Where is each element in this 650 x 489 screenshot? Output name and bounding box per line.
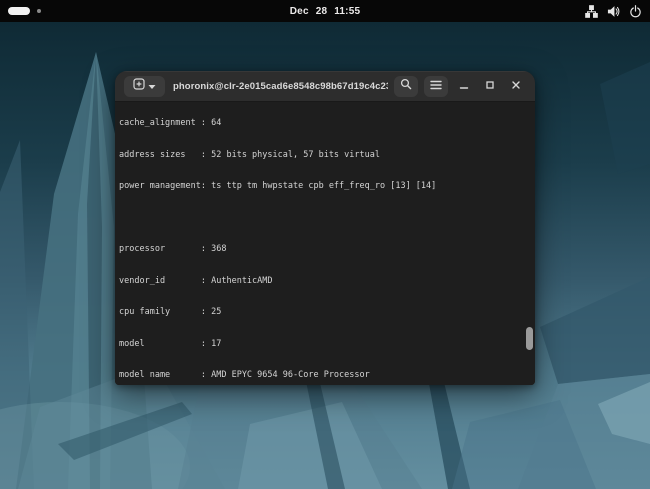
terminal-line: cpu family : 25: [119, 307, 222, 317]
scrollbar-thumb[interactable]: [526, 327, 533, 350]
close-button[interactable]: [506, 76, 526, 97]
terminal-line: model : 17: [119, 338, 222, 349]
volume-icon[interactable]: [607, 5, 620, 18]
terminal-window: phoronix@clr-2e015cad6e8548c98b67d19c4c2…: [115, 71, 535, 385]
network-wired-icon[interactable]: [585, 4, 598, 18]
terminal-line: processor : 368: [119, 244, 227, 254]
maximize-icon: [485, 77, 495, 95]
terminal-line: vendor_id : AuthenticAMD: [119, 275, 273, 286]
maximize-button[interactable]: [480, 76, 500, 97]
terminal-output-text: cache_alignment : 64 address sizes : 52 …: [115, 103, 535, 385]
gnome-top-bar: Dec 28 11:55: [0, 0, 650, 22]
minimize-button[interactable]: [454, 76, 474, 97]
workspace-indicator[interactable]: [8, 7, 148, 15]
terminal-line: power management: ts ttp tm hwpstate cpb…: [119, 181, 437, 191]
workspace-active-pill[interactable]: [8, 7, 30, 15]
hamburger-menu-icon: [430, 77, 442, 95]
minimize-icon: [459, 77, 469, 95]
tab-dropdown-chevron-icon[interactable]: [148, 77, 156, 95]
window-title: phoronix@clr-2e015cad6e8548c98b67d19c4c2…: [173, 80, 388, 92]
terminal-line: address sizes : 52 bits physical, 57 bit…: [119, 149, 380, 160]
new-tab-button[interactable]: [124, 75, 165, 97]
power-icon[interactable]: [629, 4, 642, 18]
workspace-inactive-dot[interactable]: [37, 9, 41, 13]
new-tab-icon: [133, 77, 145, 95]
menu-button[interactable]: [424, 75, 448, 97]
desktop: Dec 28 11:55 phoronix@clr-2e015cad6e8548…: [0, 0, 650, 489]
search-icon: [400, 77, 412, 95]
system-status-area[interactable]: [502, 4, 642, 18]
terminal-line: cache_alignment : 64: [119, 118, 222, 128]
close-icon: [511, 77, 521, 95]
terminal-output-area[interactable]: cache_alignment : 64 address sizes : 52 …: [115, 103, 535, 385]
search-button[interactable]: [394, 75, 418, 97]
terminal-headerbar[interactable]: phoronix@clr-2e015cad6e8548c98b67d19c4c2…: [115, 71, 535, 102]
terminal-line: model name : AMD EPYC 9654 96-Core Proce…: [119, 370, 370, 380]
